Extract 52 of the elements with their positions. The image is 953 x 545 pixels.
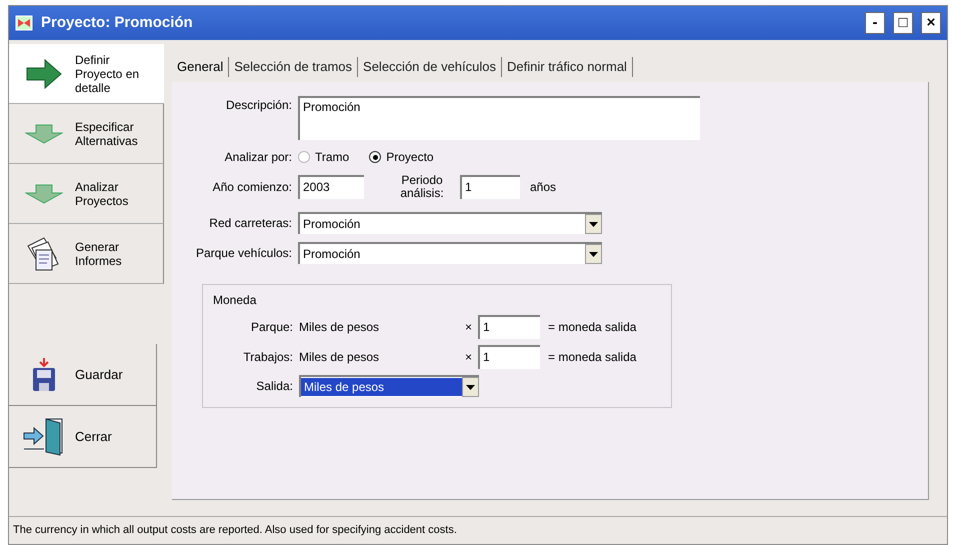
close-button[interactable]: × [921, 12, 941, 34]
unit-label: años [530, 179, 556, 196]
arrow-right-icon [26, 58, 62, 88]
field-label: Red carreteras: [208, 215, 292, 232]
tab[interactable]: Selección de vehículos [358, 57, 502, 77]
result-label: = moneda salida [548, 319, 636, 336]
field-label: Analizar por: [224, 149, 292, 166]
caret-icon [589, 252, 598, 256]
radio-button[interactable] [298, 151, 310, 163]
multiply-sign: × [465, 319, 472, 336]
floppy-disk-icon [32, 358, 56, 392]
maximize-button[interactable]: □ [893, 12, 913, 34]
caret-icon [589, 222, 598, 226]
radio-label: Proyecto [386, 149, 434, 166]
currency-value: Miles de pesos [299, 349, 380, 366]
action-button[interactable]: Guardar [9, 344, 157, 406]
road-network-dropdown[interactable]: Promoción [298, 212, 602, 234]
arrow-down-icon [25, 184, 63, 204]
tab[interactable]: Definir tráfico normal [502, 57, 633, 77]
field-label: Año comienzo: [212, 179, 292, 196]
radio-label: Tramo [315, 149, 350, 166]
step-button[interactable]: Generar Informes [9, 224, 164, 284]
result-label: = moneda salida [548, 349, 636, 366]
app-icon [15, 15, 33, 31]
description-field[interactable]: Promoción [298, 96, 700, 140]
minimize-button[interactable]: - [865, 12, 885, 34]
window-title: Proyecto: Promoción [41, 12, 194, 33]
field-label: Trabajos: [242, 349, 293, 366]
period-field[interactable]: 1 [460, 175, 520, 199]
year-field[interactable]: 2003 [298, 175, 364, 199]
factor-field[interactable]: 1 [478, 315, 540, 339]
currency-value: Miles de pesos [299, 319, 380, 336]
step-button[interactable]: Analizar Proyectos [9, 164, 164, 224]
field-label: Parque vehículos: [194, 245, 292, 262]
multiply-sign: × [465, 349, 472, 366]
arrow-down-icon [25, 124, 63, 144]
status-bar: The currency in which all output costs are reported. Also used for specifying accident costs. [9, 516, 947, 544]
output-currency-dropdown[interactable]: Miles de pesos [299, 375, 479, 397]
factor-field[interactable]: 1 [478, 345, 540, 369]
group-title: Moneda [213, 292, 256, 309]
field-label: Descripción: [224, 97, 292, 114]
field-label: Salida: [255, 378, 293, 395]
caret-icon [466, 384, 475, 390]
field-label: Periodo análisis: [399, 174, 445, 200]
vehicle-fleet-dropdown[interactable]: Promoción [298, 242, 602, 264]
step-button[interactable]: Especificar Alternativas [9, 104, 164, 164]
tab[interactable]: General [172, 57, 230, 77]
step-button[interactable]: Definir Proyecto en detalle [9, 44, 164, 104]
action-button[interactable]: Cerrar [9, 406, 157, 468]
field-label: Parque: [250, 319, 293, 336]
tab[interactable]: Selección de tramos [229, 57, 358, 77]
radio-button[interactable] [369, 151, 382, 163]
